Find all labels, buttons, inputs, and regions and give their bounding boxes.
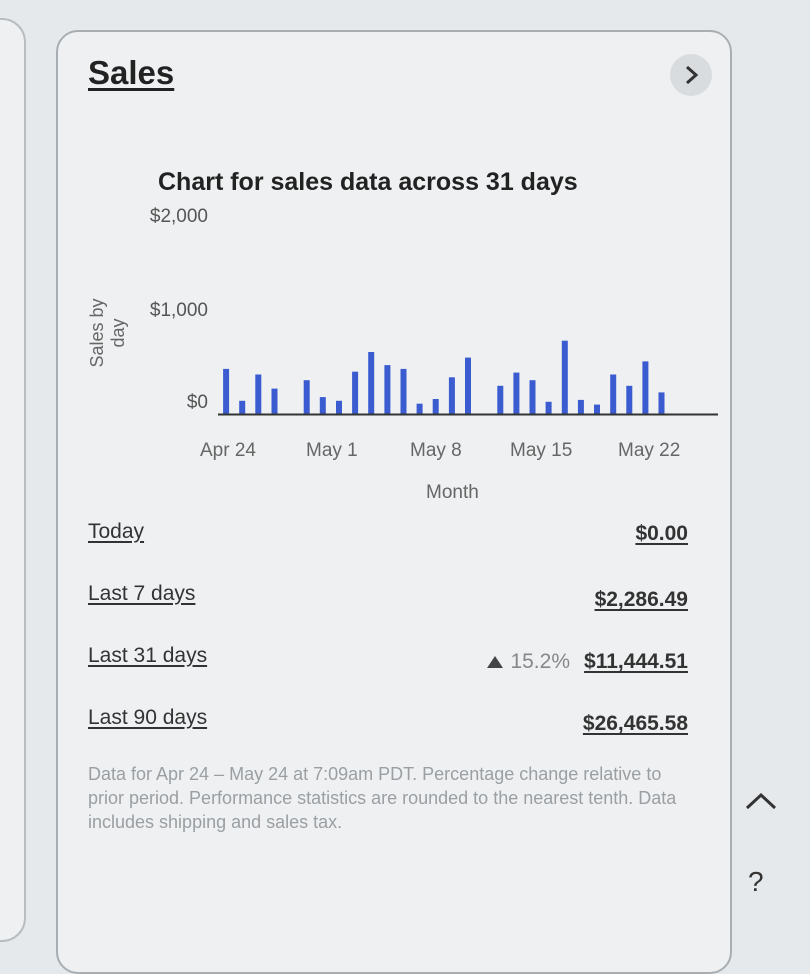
chart-bar[interactable]	[642, 361, 649, 414]
y-tick-label: $2,000	[149, 206, 208, 227]
x-tick-label: May 15	[510, 440, 573, 461]
sales-bar-chart	[218, 340, 718, 416]
y-tick-label: $0	[186, 392, 208, 413]
chart-title: Chart for sales data across 31 days	[158, 168, 578, 196]
chart-bar[interactable]	[223, 368, 230, 414]
chart-bar[interactable]	[319, 397, 326, 414]
sales-card: Sales Chart for sales data across 31 day…	[56, 30, 732, 974]
chart-bar[interactable]	[255, 374, 262, 415]
y-axis-label: Sales by day	[87, 298, 128, 368]
card-title[interactable]: Sales	[88, 54, 174, 92]
chart-bar[interactable]	[239, 400, 246, 414]
last-31-days-link[interactable]: Last 31 days	[88, 644, 207, 668]
chart-bar[interactable]	[336, 400, 342, 414]
x-tick-label: May 22	[618, 440, 681, 461]
x-axis-label: Month	[426, 482, 479, 503]
chart-bar[interactable]	[610, 374, 617, 415]
chart-bar[interactable]	[416, 403, 423, 414]
chart-bar[interactable]	[303, 380, 310, 414]
percent-change: 15.2%	[486, 650, 570, 674]
x-tick-label: May 8	[410, 440, 462, 461]
percent-change-value: 15.2%	[510, 650, 570, 673]
chart-bar[interactable]	[352, 371, 359, 414]
chart-bar[interactable]	[368, 352, 375, 414]
x-tick-label: Apr 24	[200, 440, 256, 461]
chart-bar[interactable]	[497, 385, 504, 414]
chart-bar[interactable]	[465, 357, 471, 414]
chart-bar[interactable]	[577, 399, 584, 414]
chart-bar[interactable]	[400, 368, 407, 414]
chart-bar[interactable]	[658, 392, 665, 414]
chart-bar[interactable]	[529, 380, 536, 414]
y-tick-label: $1,000	[149, 300, 208, 321]
last-7-days-value[interactable]: $2,286.49	[595, 588, 688, 612]
last-90-days-link[interactable]: Last 90 days	[88, 706, 207, 730]
chart-bar[interactable]	[561, 340, 568, 414]
last-90-days-value[interactable]: $26,465.58	[583, 712, 688, 736]
caret-up-icon[interactable]	[744, 790, 778, 812]
adjacent-card-edge	[0, 18, 26, 942]
chart-bar[interactable]	[626, 385, 633, 414]
chart-bar[interactable]	[594, 404, 600, 414]
x-tick-label: May 1	[306, 440, 358, 461]
chart-bar[interactable]	[384, 365, 391, 414]
today-link[interactable]: Today	[88, 520, 144, 544]
today-value[interactable]: $0.00	[635, 522, 688, 546]
last-31-days-value[interactable]: $11,444.51	[584, 650, 688, 674]
data-note: Data for Apr 24 – May 24 at 7:09am PDT. …	[88, 764, 677, 832]
chart-bar[interactable]	[448, 377, 455, 414]
triangle-up-icon	[487, 656, 504, 668]
chart-bar[interactable]	[271, 388, 278, 414]
chart-bar[interactable]	[432, 399, 439, 414]
last-7-days-link[interactable]: Last 7 days	[88, 582, 195, 606]
chart-bar[interactable]	[513, 372, 520, 414]
help-button[interactable]: ?	[748, 866, 764, 898]
chevron-right-icon	[686, 65, 699, 85]
chart-bar[interactable]	[545, 401, 552, 414]
open-sales-button[interactable]	[670, 54, 712, 96]
